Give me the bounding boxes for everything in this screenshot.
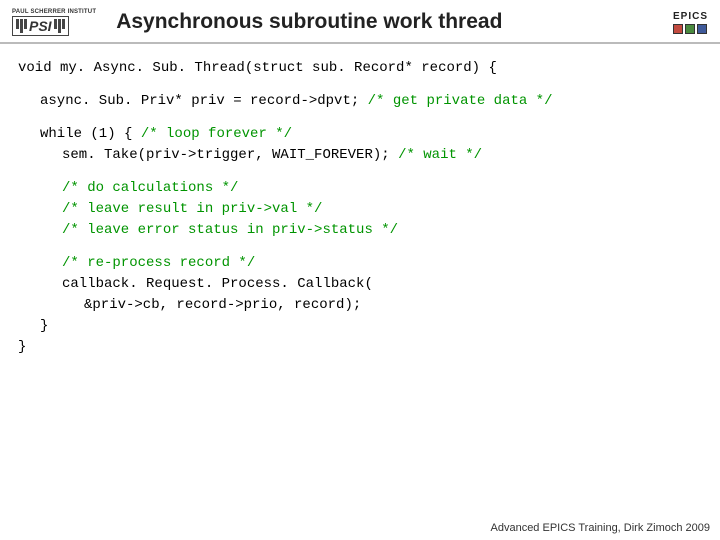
slide-title: Asynchronous subroutine work thread [110,10,673,34]
code-line: async. Sub. Priv* priv = record->dpvt; /… [18,91,702,112]
code-line: } [18,316,702,337]
code-line: while (1) { /* loop forever */ [18,124,702,145]
code-line: } [18,337,702,358]
code-line: /* leave error status in priv->status */ [18,220,702,241]
code-line: void my. Async. Sub. Thread(struct sub. … [18,58,702,79]
psi-logo-text: PSI [29,18,52,34]
psi-logo-bars-left [16,19,27,33]
code-line: /* re-process record */ [18,253,702,274]
epics-square-blue [697,24,707,34]
epics-logo-squares [673,24,707,34]
code-line: /* leave result in priv->val */ [18,199,702,220]
psi-logo-box: PSI [12,16,69,36]
epics-square-red [673,24,683,34]
epics-logo-text: EPICS [673,11,708,22]
slide-header: PAUL SCHERRER INSTITUT PSI Asynchronous … [0,0,720,44]
psi-logo-bars-right [54,19,65,33]
code-line: callback. Request. Process. Callback( [18,274,702,295]
code-block: void my. Async. Sub. Thread(struct sub. … [0,44,720,372]
psi-logo: PAUL SCHERRER INSTITUT PSI [12,9,96,36]
epics-logo: EPICS [673,11,708,34]
slide-footer: Advanced EPICS Training, Dirk Zimoch 200… [491,522,711,534]
epics-square-green [685,24,695,34]
psi-logo-top-text: PAUL SCHERRER INSTITUT [12,9,96,15]
code-line: &priv->cb, record->prio, record); [18,295,702,316]
code-line: sem. Take(priv->trigger, WAIT_FOREVER); … [18,145,702,166]
code-line: /* do calculations */ [18,178,702,199]
